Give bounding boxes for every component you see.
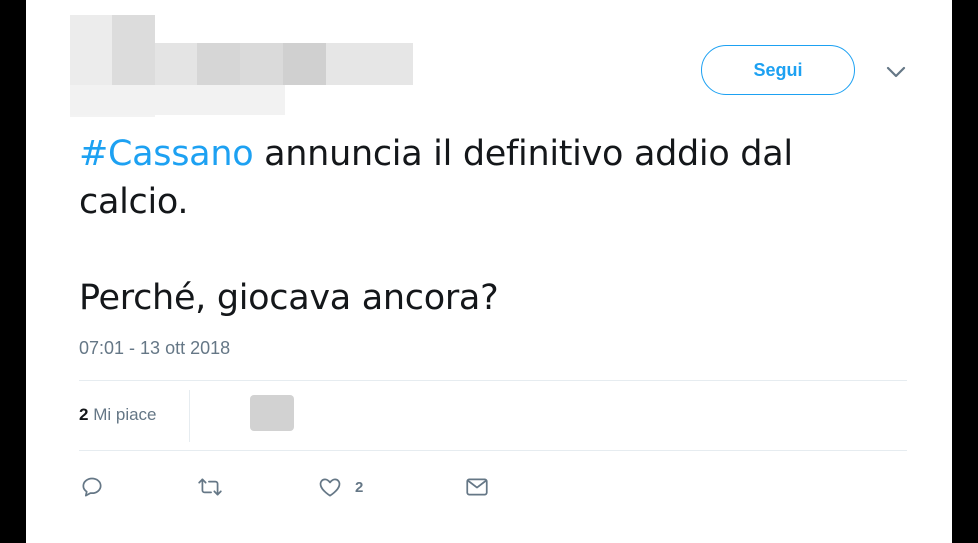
- retweet-button[interactable]: [197, 470, 223, 504]
- heart-icon: [319, 478, 341, 497]
- like-count: 2: [355, 478, 364, 496]
- mail-icon: [466, 478, 488, 496]
- tweet-text: #Cassano annuncia il definitivo addio da…: [79, 130, 839, 322]
- likes-count-link[interactable]: 2 Mi piace: [79, 405, 157, 425]
- follow-button[interactable]: Segui: [701, 45, 855, 95]
- direct-message-button[interactable]: [464, 470, 490, 504]
- reply-button[interactable]: [79, 470, 105, 504]
- divider: [79, 380, 907, 381]
- reply-icon: [82, 477, 102, 497]
- tweet-text-line2: Perché, giocava ancora?: [79, 278, 499, 318]
- liker-avatar-blurred[interactable]: [250, 395, 294, 431]
- author-name-blurred[interactable]: [155, 43, 413, 85]
- likes-summary: 2 Mi piace: [79, 390, 907, 442]
- tweet-card: Segui #Cassano annuncia il definitivo ad…: [26, 0, 952, 543]
- retweet-icon: [198, 478, 222, 496]
- hashtag-link[interactable]: #Cassano: [79, 134, 254, 174]
- likes-count: 2: [79, 405, 89, 424]
- likes-label: Mi piace: [93, 405, 157, 424]
- chevron-down-icon[interactable]: [884, 63, 908, 81]
- follow-button-label: Segui: [753, 59, 803, 80]
- likes-separator: [189, 390, 190, 442]
- divider: [79, 450, 907, 451]
- author-handle-blurred[interactable]: [70, 85, 285, 115]
- tweet-timestamp[interactable]: 07:01 - 13 ott 2018: [79, 338, 230, 359]
- like-button[interactable]: 2: [317, 470, 363, 504]
- tweet-actions: 2: [79, 470, 579, 506]
